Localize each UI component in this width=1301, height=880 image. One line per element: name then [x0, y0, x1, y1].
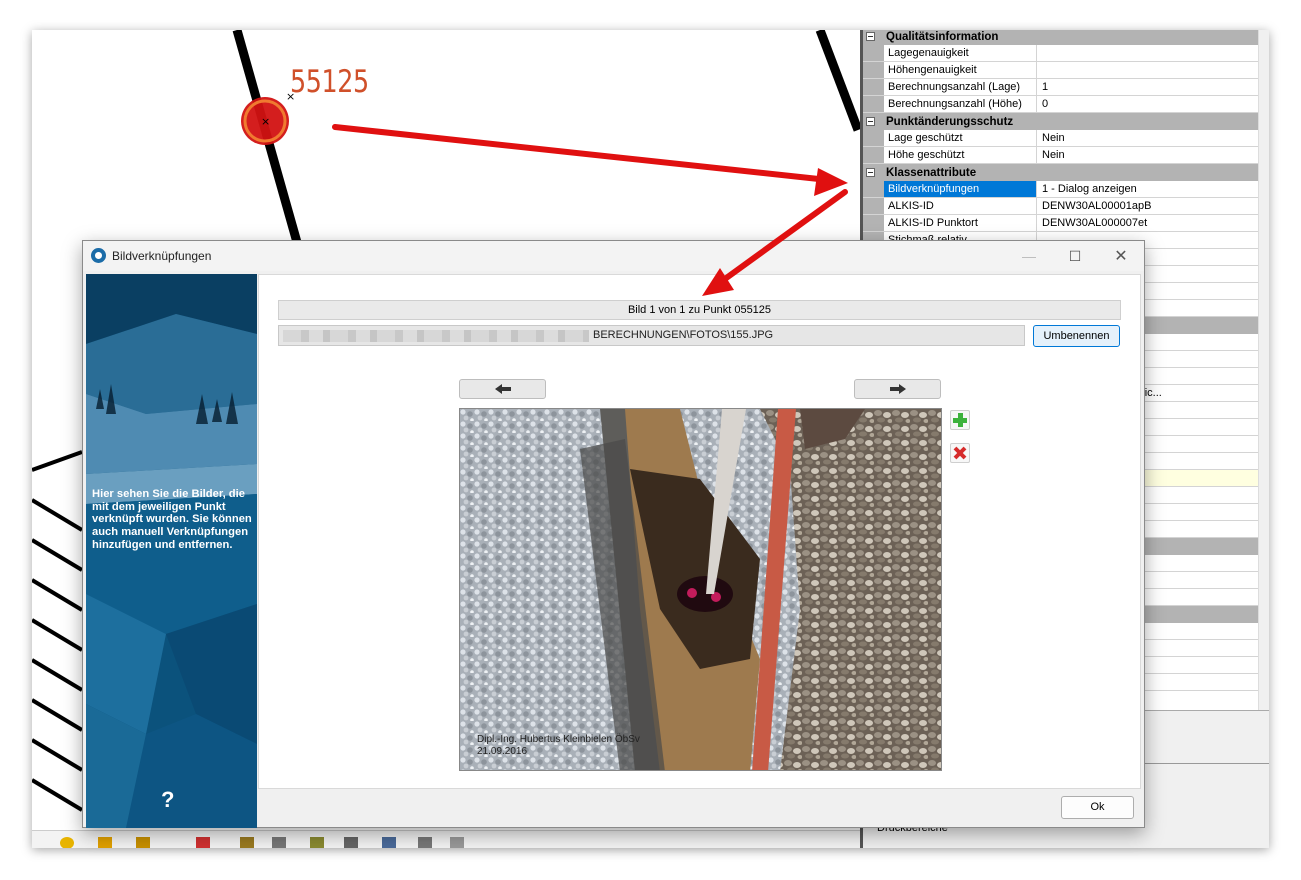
- close-icon[interactable]: ✕: [1098, 241, 1144, 271]
- property-name: Höhengenauigkeit: [884, 62, 1037, 78]
- collapse-icon[interactable]: [863, 164, 877, 181]
- minimize-icon[interactable]: —: [1006, 241, 1052, 271]
- map-toolbar: [32, 830, 860, 848]
- dialog-side-banner: Hier sehen Sie die Bilder, die mit dem j…: [86, 274, 257, 828]
- rename-button[interactable]: Umbenennen: [1033, 325, 1120, 347]
- property-value[interactable]: 1: [1037, 79, 1261, 95]
- property-row[interactable]: ALKIS-ID DENW30AL00001apB: [863, 198, 1261, 215]
- property-value[interactable]: 1 - Dialog anzeigen: [1037, 181, 1261, 197]
- property-name: ALKIS-ID Punktort: [884, 215, 1037, 231]
- property-name: Lagegenauigkeit: [884, 45, 1037, 61]
- side-help-text: Hier sehen Sie die Bilder, die mit dem j…: [92, 488, 252, 551]
- property-value[interactable]: 0: [1037, 96, 1261, 112]
- linked-photo[interactable]: Dipl.-Ing. Hubertus Kleinbielen ÖbSv 21.…: [459, 408, 942, 771]
- property-scrollbar[interactable]: [1258, 30, 1269, 710]
- collapse-icon[interactable]: [863, 30, 877, 45]
- remove-image-button[interactable]: [950, 443, 970, 463]
- section-title: Punktänderungsschutz: [886, 115, 1014, 128]
- point-number-label: 55125: [290, 64, 369, 100]
- property-value[interactable]: DENW30AL000007et: [1037, 215, 1261, 231]
- tool-icon[interactable]: [60, 837, 74, 848]
- maximize-icon[interactable]: ☐: [1052, 241, 1098, 271]
- image-counter-header: Bild 1 von 1 zu Punkt 055125: [278, 300, 1121, 320]
- x-icon: [953, 446, 967, 460]
- photo-caption-author: Dipl.-Ing. Hubertus Kleinbielen ÖbSv: [477, 734, 640, 745]
- section-title: Qualitätsinformation: [886, 30, 999, 43]
- property-row[interactable]: Höhe geschützt Nein: [863, 147, 1261, 164]
- tool-icon[interactable]: [344, 837, 358, 848]
- property-name: ALKIS-ID: [884, 198, 1037, 214]
- property-value[interactable]: [1037, 62, 1261, 78]
- app-icon: [91, 248, 106, 263]
- arrow-left-icon: [494, 384, 511, 394]
- dialog-title: Bildverknüpfungen: [112, 249, 212, 263]
- property-name: Lage geschützt: [884, 130, 1037, 146]
- property-row-selected[interactable]: Bildverknüpfungen 1 - Dialog anzeigen: [863, 181, 1261, 198]
- image-path-text: BERECHNUNGEN\FOTOS\155.JPG: [593, 329, 774, 341]
- tool-icon[interactable]: [136, 837, 150, 848]
- path-redacted: [283, 330, 589, 342]
- property-row[interactable]: Lage geschützt Nein: [863, 130, 1261, 147]
- tool-icon[interactable]: [98, 837, 112, 848]
- property-value[interactable]: DENW30AL00001apB: [1037, 198, 1261, 214]
- property-row[interactable]: Berechnungsanzahl (Höhe) 0: [863, 96, 1261, 113]
- section-klassenattribute[interactable]: Klassenattribute: [863, 164, 1261, 181]
- property-name: Höhe geschützt: [884, 147, 1037, 163]
- dialog-titlebar[interactable]: Bildverknüpfungen — ☐ ✕: [83, 241, 1144, 271]
- property-value[interactable]: [1037, 45, 1261, 61]
- tool-icon[interactable]: [240, 837, 254, 848]
- ok-button[interactable]: Ok: [1061, 796, 1134, 819]
- property-name: Berechnungsanzahl (Höhe): [884, 96, 1037, 112]
- collapse-icon[interactable]: [863, 113, 877, 130]
- tool-icon[interactable]: [418, 837, 432, 848]
- next-image-button[interactable]: [854, 379, 941, 399]
- help-icon[interactable]: ?: [161, 787, 174, 813]
- section-punktaenderungsschutz[interactable]: Punktänderungsschutz: [863, 113, 1261, 130]
- section-qualitaetsinformation[interactable]: Qualitätsinformation: [863, 30, 1261, 45]
- hatching: [32, 450, 84, 812]
- svg-text:×: ×: [261, 115, 270, 128]
- tool-icon[interactable]: [196, 837, 210, 848]
- property-row[interactable]: Lagegenauigkeit: [863, 45, 1261, 62]
- photo-caption-date: 21.09.2016: [477, 746, 528, 757]
- property-row[interactable]: Höhengenauigkeit: [863, 62, 1261, 79]
- tool-icon[interactable]: [310, 837, 324, 848]
- property-name: Berechnungsanzahl (Lage): [884, 79, 1037, 95]
- photo-caption: Dipl.-Ing. Hubertus Kleinbielen ÖbSv 21.…: [477, 734, 640, 758]
- property-row[interactable]: ALKIS-ID Punktort DENW30AL000007et: [863, 215, 1261, 232]
- tool-icon[interactable]: [450, 837, 464, 848]
- image-path-field[interactable]: BERECHNUNGEN\FOTOS\155.JPG: [278, 325, 1025, 346]
- arrow-right-icon: [889, 384, 906, 394]
- boundary-line: [815, 30, 860, 132]
- plus-icon: [953, 413, 967, 427]
- property-value[interactable]: Nein: [1037, 130, 1261, 146]
- add-image-button[interactable]: [950, 410, 970, 430]
- tool-icon[interactable]: [272, 837, 286, 848]
- property-value[interactable]: Nein: [1037, 147, 1261, 163]
- property-row[interactable]: Berechnungsanzahl (Lage) 1: [863, 79, 1261, 96]
- tool-icon[interactable]: [382, 837, 396, 848]
- dialog-content: Bild 1 von 1 zu Punkt 055125 BERECHNUNGE…: [258, 274, 1141, 789]
- section-title: Klassenattribute: [886, 166, 977, 179]
- photo-image: [460, 409, 941, 770]
- property-name: Bildverknüpfungen: [884, 181, 1037, 197]
- previous-image-button[interactable]: [459, 379, 546, 399]
- bildverknuepfungen-dialog: Bildverknüpfungen — ☐ ✕ Hier sehen Sie d…: [82, 240, 1145, 828]
